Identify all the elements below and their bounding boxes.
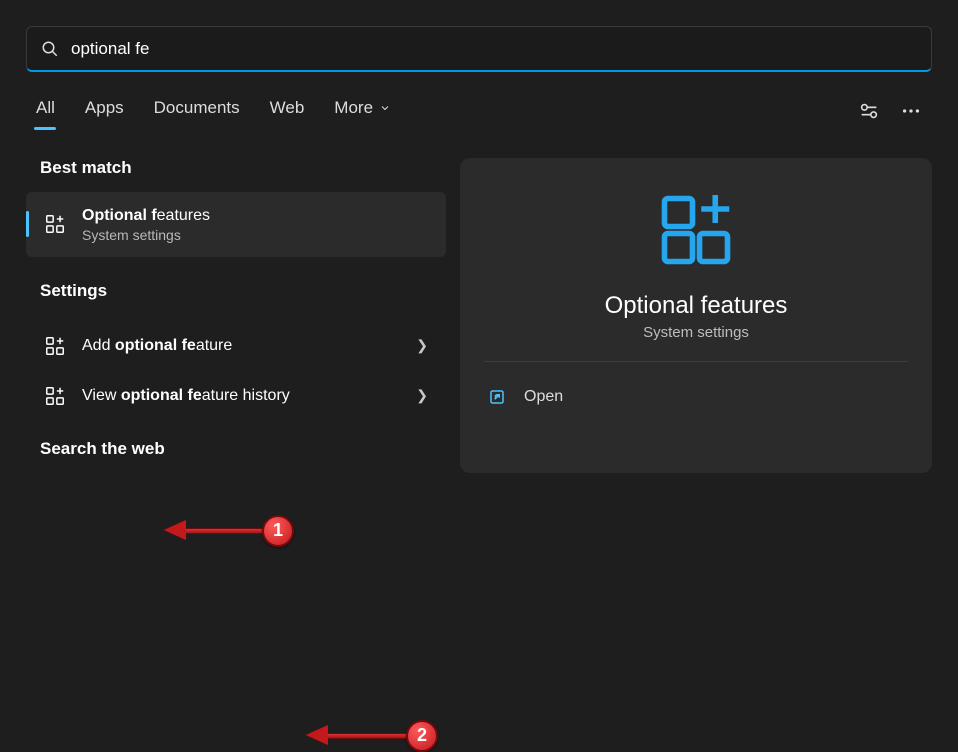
chevron-right-icon: ❯ <box>416 337 428 354</box>
open-label: Open <box>524 388 563 406</box>
search-input[interactable] <box>71 39 917 59</box>
tab-apps[interactable]: Apps <box>85 98 124 128</box>
settings-item-add-optional-feature[interactable]: Add optional feature ❯ <box>26 321 446 371</box>
chevron-down-icon <box>379 102 391 114</box>
section-search-web: Search the web <box>26 421 446 473</box>
grid-plus-icon <box>654 188 738 272</box>
grid-plus-icon <box>44 385 66 407</box>
result-title: Optional features <box>82 206 210 227</box>
detail-subtitle: System settings <box>643 324 749 341</box>
callout-badge-2: 2 <box>406 720 438 752</box>
grid-plus-icon <box>44 213 66 235</box>
tab-web[interactable]: Web <box>270 98 305 128</box>
tabs-row: All Apps Documents Web More <box>0 72 958 128</box>
tab-documents[interactable]: Documents <box>154 98 240 128</box>
more-icon[interactable] <box>900 100 922 127</box>
search-icon <box>41 40 59 58</box>
search-box[interactable] <box>26 26 932 72</box>
chevron-right-icon: ❯ <box>416 387 428 404</box>
detail-title: Optional features <box>605 292 788 320</box>
detail-pane: Optional features System settings Open <box>460 158 932 473</box>
tab-all[interactable]: All <box>36 98 55 128</box>
tab-more[interactable]: More <box>334 98 391 128</box>
best-match-optional-features[interactable]: Optional features System settings <box>26 192 446 257</box>
divider <box>484 361 908 362</box>
open-action[interactable]: Open <box>484 386 567 408</box>
section-settings: Settings <box>26 257 446 315</box>
callout-badge-1: 1 <box>262 515 294 547</box>
grid-plus-icon <box>44 335 66 357</box>
result-subtitle: System settings <box>82 227 210 243</box>
connector-icon[interactable] <box>858 100 880 127</box>
selection-indicator <box>26 211 29 237</box>
open-external-icon <box>488 388 506 406</box>
settings-item-view-history[interactable]: View optional feature history ❯ <box>26 371 446 421</box>
list-item-label: Add optional feature <box>82 337 232 355</box>
list-item-label: View optional feature history <box>82 387 290 405</box>
section-best-match: Best match <box>26 158 446 192</box>
